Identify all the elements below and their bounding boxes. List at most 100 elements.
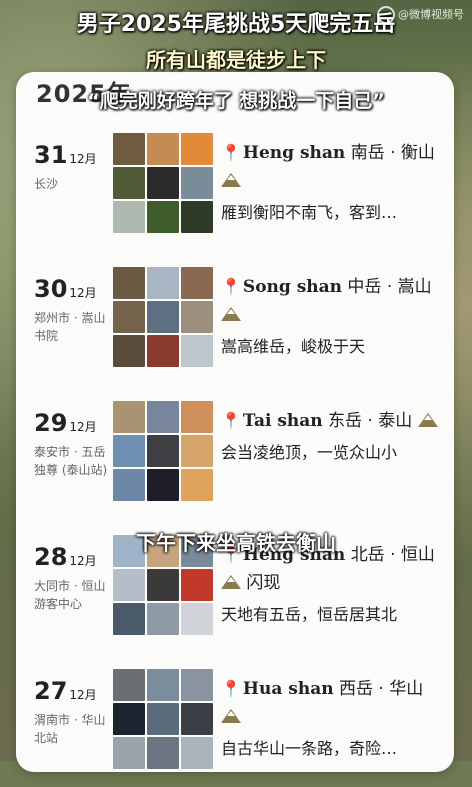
mountain-icon: [221, 307, 241, 321]
photo-thumbnail[interactable]: [181, 301, 213, 333]
photo-thumbnail[interactable]: [181, 603, 213, 635]
photo-thumbnail[interactable]: [147, 669, 179, 701]
mountain-icon: [221, 173, 241, 187]
extra-text: 闪现: [246, 573, 281, 593]
photo-thumbnail[interactable]: [113, 267, 145, 299]
photo-thumbnail[interactable]: [147, 201, 179, 233]
entry-day: 27: [34, 677, 68, 705]
watermark-text: @微博视频号: [398, 8, 464, 21]
photo-thumbnail[interactable]: [147, 435, 179, 467]
photo-thumbnail[interactable]: [113, 133, 145, 165]
mountain-name-cn: 东岳 · 泰山: [328, 411, 413, 431]
photo-thumbnail[interactable]: [181, 201, 213, 233]
mountain-name-en: Heng shan: [242, 143, 346, 163]
photo-thumbnail[interactable]: [181, 737, 213, 769]
entry-month: 12月: [69, 152, 97, 166]
photo-thumbnail[interactable]: [113, 201, 145, 233]
photo-thumbnail[interactable]: [147, 737, 179, 769]
photo-thumbnail[interactable]: [113, 435, 145, 467]
photo-thumbnail[interactable]: [147, 401, 179, 433]
photo-thumbnail[interactable]: [147, 301, 179, 333]
entry-info: 📍 Song shan 中岳 · 嵩山 嵩高维岳，峻极于天: [221, 273, 446, 357]
photo-thumbnail[interactable]: [181, 133, 213, 165]
headline-subtitle: 所有山都是徒步上下: [146, 48, 326, 72]
entry-info: 📍 Tai shan 东岳 · 泰山 会当凌绝顶，一览众山小: [221, 407, 446, 463]
entry-title: 📍 Heng shan 南岳 · 衡山: [221, 139, 446, 195]
location-pin-icon: 📍: [221, 411, 241, 430]
entry-quote: 天地有五岳，恒岳居其北: [221, 605, 398, 624]
mountain-icon: [221, 709, 241, 723]
entry-date: 30 12月: [34, 275, 97, 303]
photo-thumbnail[interactable]: [113, 335, 145, 367]
mountain-name-en: Song shan: [242, 277, 343, 297]
list-item[interactable]: 27 12月 渭南市 · 华山北站 📍 Hua shan 西岳 · 华山 自古华山一…: [16, 669, 454, 787]
photo-thumbnail[interactable]: [147, 703, 179, 735]
photo-thumbnail[interactable]: [147, 569, 179, 601]
list-item[interactable]: 30 12月 郑州市 · 嵩山书院 📍 Song shan 中岳 · 嵩山 嵩高维岳…: [16, 267, 454, 385]
mountain-name-cn: 南岳 · 衡山: [350, 143, 435, 163]
photo-thumbnail[interactable]: [181, 167, 213, 199]
photo-grid[interactable]: [113, 669, 213, 769]
entry-info: 📍 Heng shan 南岳 · 衡山 雁到衡阳不南飞，客到…: [221, 139, 446, 223]
entry-info: 📍 Hua shan 西岳 · 华山 自古华山一条路，奇险…: [221, 675, 446, 759]
entry-title: 📍 Song shan 中岳 · 嵩山: [221, 273, 446, 329]
photo-thumbnail[interactable]: [113, 737, 145, 769]
entry-day: 30: [34, 275, 68, 303]
photo-thumbnail[interactable]: [181, 569, 213, 601]
photo-thumbnail[interactable]: [113, 569, 145, 601]
location-pin-icon: 📍: [221, 143, 241, 162]
watermark: @微博视频号: [377, 6, 464, 24]
weibo-video-icon: [377, 6, 395, 24]
entry-quote: 会当凌绝顶，一览众山小: [221, 443, 398, 462]
photo-thumbnail[interactable]: [181, 469, 213, 501]
entry-month: 12月: [69, 688, 97, 702]
entry-title: 📍 Tai shan 东岳 · 泰山: [221, 407, 446, 435]
entry-month: 12月: [69, 286, 97, 300]
photo-thumbnail[interactable]: [147, 603, 179, 635]
video-subtitle: 下午下来坐高铁去衡山: [136, 531, 336, 555]
entry-day: 29: [34, 409, 68, 437]
mountain-icon: [221, 575, 241, 589]
mountain-name-cn: 西岳 · 华山: [339, 679, 424, 699]
mountain-icon: [417, 413, 438, 427]
photo-thumbnail[interactable]: [181, 335, 213, 367]
location-pin-icon: 📍: [221, 277, 241, 296]
photo-thumbnail[interactable]: [181, 401, 213, 433]
photo-thumbnail[interactable]: [147, 133, 179, 165]
photo-thumbnail[interactable]: [113, 603, 145, 635]
photo-thumbnail[interactable]: [147, 335, 179, 367]
photo-thumbnail[interactable]: [181, 703, 213, 735]
entry-location: 渭南市 · 华山北站: [34, 713, 106, 745]
entry-title: 📍 Hua shan 西岳 · 华山: [221, 675, 446, 731]
photo-grid[interactable]: [113, 267, 213, 367]
photo-thumbnail[interactable]: [113, 167, 145, 199]
entry-date: 27 12月: [34, 677, 97, 705]
list-item[interactable]: 31 12月 长沙 📍 Heng shan 南岳 · 衡山 雁到衡阳不南飞，客到…: [16, 133, 454, 251]
entry-location: 郑州市 · 嵩山书院: [34, 311, 106, 343]
photo-thumbnail[interactable]: [181, 435, 213, 467]
photo-thumbnail[interactable]: [181, 267, 213, 299]
entry-quote: 嵩高维岳，峻极于天: [221, 337, 366, 356]
photo-grid[interactable]: [113, 133, 213, 233]
mountain-name-cn: 中岳 · 嵩山: [347, 277, 432, 297]
photo-thumbnail[interactable]: [113, 401, 145, 433]
photo-thumbnail[interactable]: [147, 469, 179, 501]
photo-thumbnail[interactable]: [147, 267, 179, 299]
photo-thumbnail[interactable]: [113, 469, 145, 501]
entry-month: 12月: [69, 420, 97, 434]
headline-quote: “爬完刚好跨年了 想挑战一下自己”: [87, 90, 385, 112]
entry-day: 31: [34, 141, 68, 169]
list-item[interactable]: 29 12月 泰安市 · 五岳独尊 (泰山站) 📍 Tai shan 东岳 · 泰山…: [16, 401, 454, 519]
entry-location: 泰安市 · 五岳独尊 (泰山站): [34, 445, 108, 477]
location-pin-icon: 📍: [221, 679, 241, 698]
photo-grid[interactable]: [113, 401, 213, 501]
entry-date: 29 12月: [34, 409, 97, 437]
entry-quote: 雁到衡阳不南飞，客到…: [221, 203, 398, 222]
photo-thumbnail[interactable]: [113, 669, 145, 701]
photo-thumbnail[interactable]: [147, 167, 179, 199]
photo-thumbnail[interactable]: [181, 669, 213, 701]
entry-month: 12月: [69, 554, 97, 568]
entry-location: 大同市 · 恒山游客中心: [34, 579, 106, 611]
photo-thumbnail[interactable]: [113, 301, 145, 333]
photo-thumbnail[interactable]: [113, 703, 145, 735]
